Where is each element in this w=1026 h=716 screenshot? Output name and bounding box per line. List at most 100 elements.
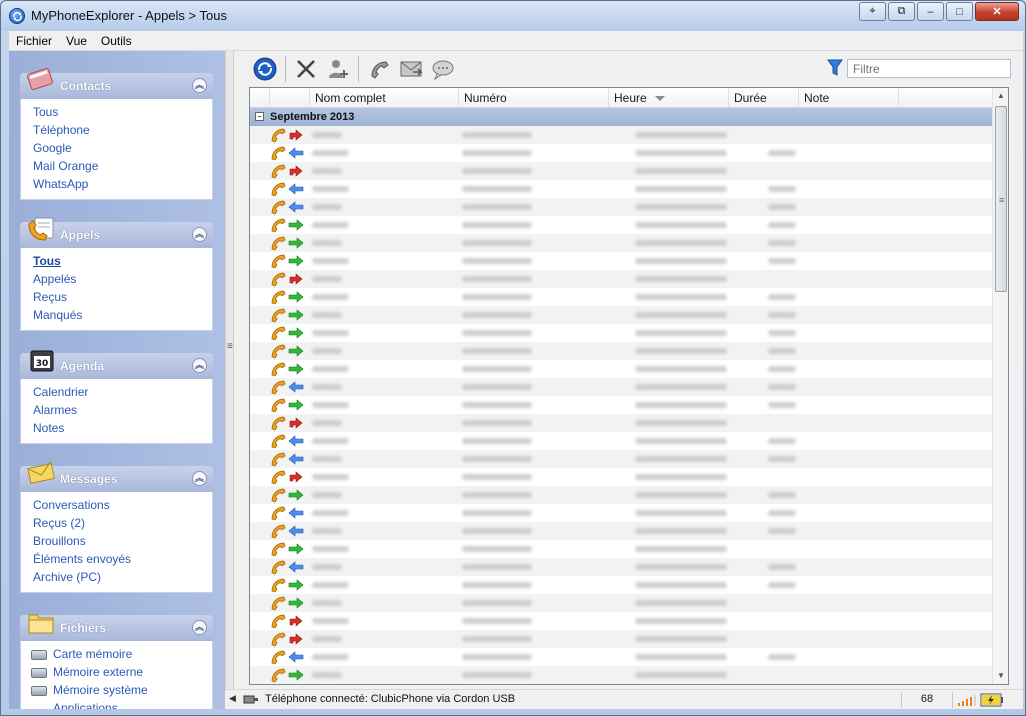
chat-icon[interactable] [429, 55, 457, 83]
table-row[interactable] [250, 540, 993, 558]
menu-vue[interactable]: Vue [59, 34, 94, 48]
group-header-fichiers[interactable]: Fichiers ︽ [20, 614, 213, 641]
table-row[interactable] [250, 648, 993, 666]
expand-left-icon[interactable]: ◀ [229, 693, 236, 704]
nav-fichiers-memoire-externe[interactable]: Mémoire externe [31, 663, 212, 681]
refresh-icon[interactable] [251, 55, 279, 83]
col-numero-header[interactable]: Numéro [459, 88, 609, 108]
blurred-number-cell [462, 636, 532, 642]
table-row[interactable] [250, 666, 993, 684]
title-bar[interactable]: MyPhoneExplorer - Appels > Tous ⌖ ⧉ – □ … [1, 1, 1025, 31]
table-row[interactable] [250, 342, 993, 360]
group-header-contacts[interactable]: Contacts ︽ [20, 68, 213, 99]
filter-input[interactable] [847, 59, 1011, 78]
table-row[interactable] [250, 306, 993, 324]
group-row-month[interactable]: − Septembre 2013 [250, 108, 993, 126]
table-row[interactable] [250, 216, 993, 234]
table-row[interactable] [250, 522, 993, 540]
nav-agenda-calendrier[interactable]: Calendrier [33, 383, 212, 401]
table-row[interactable] [250, 414, 993, 432]
nav-appels-tous[interactable]: Tous [33, 252, 212, 270]
call-icon[interactable] [365, 55, 393, 83]
col-nom-complet-header[interactable]: Nom complet [310, 88, 459, 108]
table-row[interactable] [250, 324, 993, 342]
nav-appels-appeles[interactable]: Appelés [33, 270, 212, 288]
vertical-scrollbar[interactable]: ▲ ≡ ▼ [992, 88, 1008, 684]
nav-messages-recus[interactable]: Reçus (2) [33, 514, 212, 532]
nav-appels-manques[interactable]: Manqués [33, 306, 212, 324]
group-header-agenda[interactable]: 30 Agenda ︽ [20, 350, 213, 379]
nav-agenda-alarmes[interactable]: Alarmes [33, 401, 212, 419]
table-row[interactable] [250, 144, 993, 162]
table-row[interactable] [250, 288, 993, 306]
table-row[interactable] [250, 558, 993, 576]
table-row[interactable] [250, 198, 993, 216]
col-heure-header[interactable]: Heure [609, 88, 729, 108]
table-row[interactable] [250, 612, 993, 630]
table-row[interactable] [250, 576, 993, 594]
table-row[interactable] [250, 630, 993, 648]
table-row[interactable] [250, 504, 993, 522]
group-header-appels[interactable]: Appels ︽ [20, 217, 213, 248]
col-duree-header[interactable]: Durée [729, 88, 799, 108]
table-row[interactable] [250, 126, 993, 144]
collapse-messages-button[interactable]: ︽ [192, 471, 207, 486]
table-row[interactable] [250, 468, 993, 486]
table-row[interactable] [250, 162, 993, 180]
collapse-agenda-button[interactable]: ︽ [192, 358, 207, 373]
incoming-call-icon [288, 507, 304, 519]
nav-fichiers-applications[interactable]: Applications [31, 699, 212, 709]
col-icons-header[interactable] [250, 88, 270, 108]
table-row[interactable] [250, 252, 993, 270]
sidebar-splitter[interactable]: ≡ [225, 51, 234, 709]
nav-messages-brouillons[interactable]: Brouillons [33, 532, 212, 550]
collapse-contacts-button[interactable]: ︽ [192, 78, 207, 93]
maximize-button[interactable]: □ [946, 2, 973, 21]
nav-messages-envoyes[interactable]: Éléments envoyés [33, 550, 212, 568]
table-row[interactable] [250, 450, 993, 468]
table-row[interactable] [250, 396, 993, 414]
message-icon[interactable] [397, 55, 425, 83]
nav-appels-recus[interactable]: Reçus [33, 288, 212, 306]
group-row-label: Septembre 2013 [270, 111, 355, 123]
table-row[interactable] [250, 180, 993, 198]
collapse-appels-button[interactable]: ︽ [192, 227, 207, 242]
nav-contacts-mail-orange[interactable]: Mail Orange [33, 157, 212, 175]
nav-contacts-whatsapp[interactable]: WhatsApp [33, 175, 212, 193]
nav-fichiers-memoire-systeme[interactable]: Mémoire système [31, 681, 212, 699]
menu-fichier[interactable]: Fichier [9, 34, 59, 48]
table-row[interactable] [250, 432, 993, 450]
table-row[interactable] [250, 234, 993, 252]
scroll-down-icon[interactable]: ▼ [993, 668, 1008, 684]
table-row[interactable] [250, 270, 993, 288]
group-header-messages[interactable]: Messages ︽ [20, 461, 213, 492]
minimize-button[interactable]: – [917, 2, 944, 21]
close-button[interactable]: ✕ [975, 2, 1019, 21]
pin-button[interactable]: ⌖ [859, 2, 886, 21]
nav-agenda-notes[interactable]: Notes [33, 419, 212, 437]
collapse-group-icon[interactable]: − [255, 112, 264, 121]
table-row[interactable] [250, 378, 993, 396]
nav-contacts-tous[interactable]: Tous [33, 103, 212, 121]
delete-icon[interactable] [292, 55, 320, 83]
collapse-fichiers-button[interactable]: ︽ [192, 620, 207, 635]
filter-icon[interactable] [827, 59, 843, 77]
blurred-time-cell [635, 546, 727, 552]
blurred-name-cell [312, 420, 342, 426]
scroll-thumb[interactable]: ≡ [995, 106, 1007, 292]
menu-outils[interactable]: Outils [94, 34, 139, 48]
nav-contacts-telephone[interactable]: Téléphone [33, 121, 212, 139]
scroll-up-icon[interactable]: ▲ [993, 88, 1008, 104]
blurred-number-cell [462, 204, 532, 210]
nav-fichiers-carte-memoire[interactable]: Carte mémoire [31, 645, 212, 663]
mini-mode-button[interactable]: ⧉ [888, 2, 915, 21]
nav-messages-conversations[interactable]: Conversations [33, 496, 212, 514]
nav-contacts-google[interactable]: Google [33, 139, 212, 157]
table-row[interactable] [250, 360, 993, 378]
col-note-header[interactable]: Note [799, 88, 899, 108]
table-row[interactable] [250, 486, 993, 504]
blurred-duration-cell [768, 438, 796, 444]
nav-messages-archive[interactable]: Archive (PC) [33, 568, 212, 586]
add-contact-icon[interactable] [324, 55, 352, 83]
table-row[interactable] [250, 594, 993, 612]
